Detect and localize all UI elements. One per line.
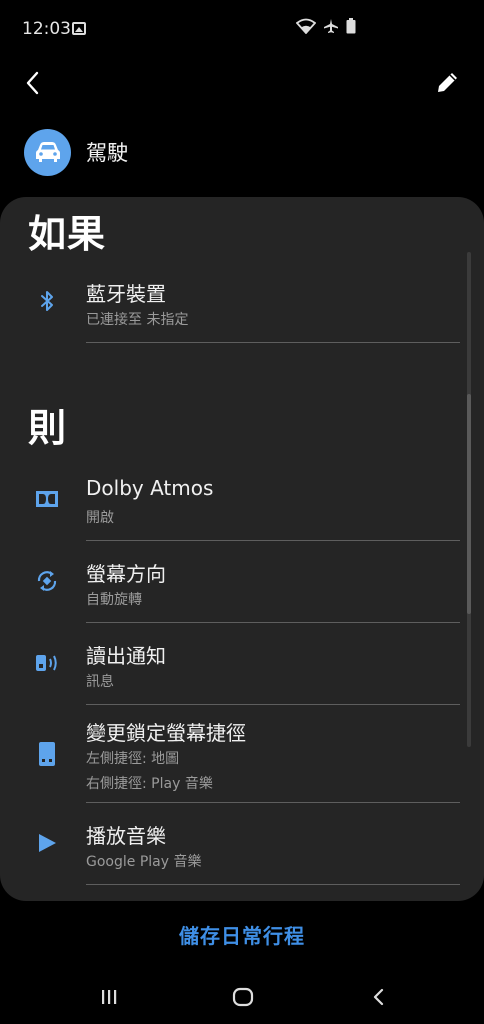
routine-header: 駕駛 [24,128,128,176]
recent-apps-button[interactable] [94,982,124,1012]
wifi-icon [296,18,316,34]
read-aloud-icon [34,650,60,676]
item-subtitle: Google Play 音樂 [86,854,202,870]
item-subtitle: 左側捷徑: 地圖 [86,751,180,767]
back-nav-icon [373,988,384,1006]
routine-avatar [24,128,71,176]
action-item-play-music[interactable]: 播放音樂 Google Play 音樂 [0,809,484,885]
gallery-notification-icon [72,22,86,35]
bluetooth-icon [34,288,60,314]
divider [86,622,460,623]
home-button[interactable] [228,982,258,1012]
divider [86,704,460,705]
top-app-bar [0,60,484,110]
status-time: 12:03 [22,19,71,39]
battery-icon [346,18,356,34]
save-routine-button[interactable]: 儲存日常行程 [0,918,484,954]
item-subtitle: 已連接至 未指定 [86,312,189,328]
chevron-left-icon [26,71,39,95]
pencil-icon [438,73,457,92]
dolby-icon [34,486,60,512]
status-bar: 12:03 [0,0,484,60]
system-nav-bar [0,964,484,1024]
item-title: 讀出通知 [86,644,166,668]
if-heading: 如果 [28,212,107,256]
screen-rotation-icon [34,568,60,594]
divider [86,342,460,343]
car-icon [35,142,60,162]
edit-button[interactable] [432,68,462,98]
play-icon [34,830,60,856]
condition-item-bluetooth[interactable]: 藍牙裝置 已連接至 未指定 [0,267,484,343]
divider [86,884,460,885]
divider [86,802,460,803]
action-item-screen-orientation[interactable]: 螢幕方向 自動旋轉 [0,547,484,623]
airplane-icon [324,19,338,33]
routine-title: 駕駛 [86,141,128,165]
back-button[interactable] [18,68,48,98]
item-title: 變更鎖定螢幕捷徑 [86,721,246,745]
item-subtitle: 訊息 [86,674,114,690]
item-subtitle: 開啟 [86,510,114,526]
item-title: 螢幕方向 [86,562,166,586]
status-icons [296,18,356,34]
action-item-read-notifications[interactable]: 讀出通知 訊息 [0,629,484,705]
item-title: 藍牙裝置 [86,282,166,306]
back-nav-button[interactable] [364,982,394,1012]
then-heading: 則 [28,406,68,450]
action-item-lock-screen-shortcuts[interactable]: 變更鎖定螢幕捷徑 左側捷徑: 地圖 右側捷徑: Play 音樂 [0,711,484,803]
item-title: Dolby Atmos [86,476,214,500]
item-subtitle: 自動旋轉 [86,592,142,608]
divider [86,540,460,541]
lock-screen-icon [34,741,60,767]
action-item-dolby-atmos[interactable]: Dolby Atmos 開啟 [0,465,484,541]
home-icon [232,987,254,1007]
item-title: 播放音樂 [86,824,166,848]
item-subtitle-secondary: 右側捷徑: Play 音樂 [86,776,213,792]
routine-card: 如果 藍牙裝置 已連接至 未指定 則 Dolby Atmos 開啟 螢幕方向 自… [0,197,484,901]
recent-apps-icon [102,990,117,1004]
